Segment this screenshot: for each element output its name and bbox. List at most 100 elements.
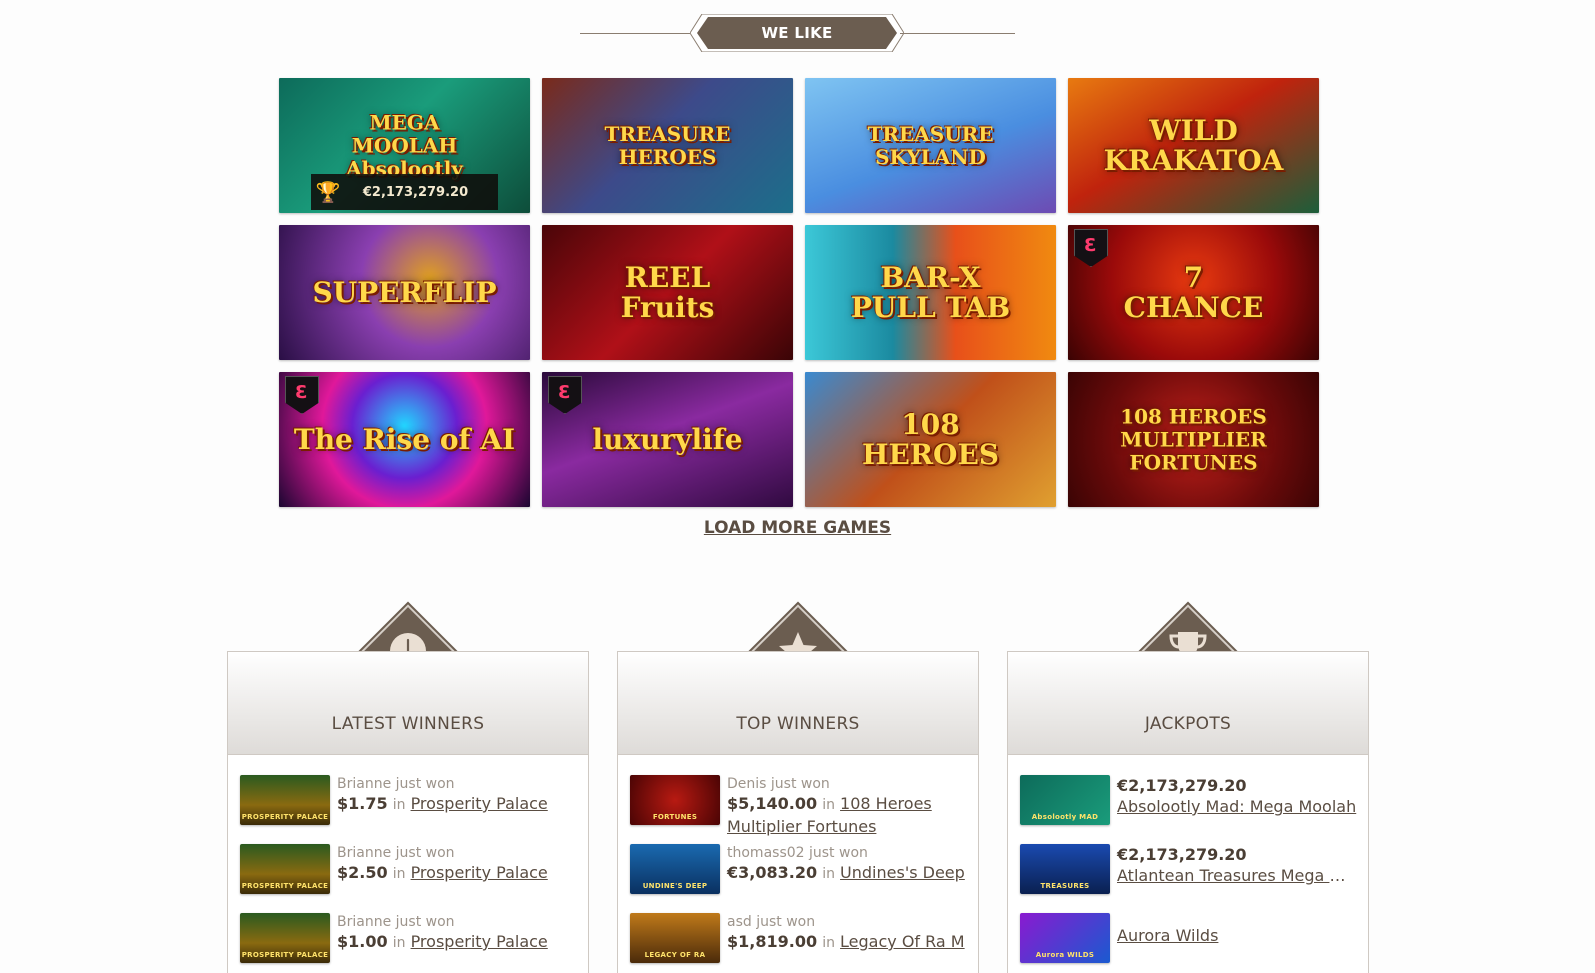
winner-row: PROSPERITY PALACE Brianne just won $1.75 i… — [240, 775, 576, 844]
win-amount: $1,819.00 — [727, 932, 818, 951]
winner-name: Brianne just won — [337, 845, 455, 861]
jackpots-list: Absolootly MAD €2,173,279.20 Absolootly Ma… — [1008, 755, 1368, 973]
thumbnail-label: UNDINE'S DEEP — [642, 882, 708, 890]
game-link[interactable]: Prosperity Palace — [411, 794, 548, 813]
in-label: in — [822, 935, 835, 951]
game-thumbnail[interactable]: UNDINE'S DEEP — [630, 844, 720, 894]
game-link[interactable]: Prosperity Palace — [411, 932, 548, 951]
game-link[interactable]: Atlantean Treasures Mega Moolah — [1117, 865, 1357, 886]
header-divider-left — [580, 33, 696, 34]
game-tile-title: SUPERFLIP — [312, 275, 497, 309]
trophy-icon: 🏆 — [315, 180, 341, 204]
winner-row: LEGACY OF RA asd just won $1,819.00 in Leg… — [630, 913, 966, 973]
game-tile[interactable]: 108 HEROES MULTIPLIER FORTUNES — [1068, 372, 1319, 507]
game-thumbnail[interactable]: LEGACY OF RA — [630, 913, 720, 963]
winner-row: PROSPERITY PALACE Brianne just won $1.00 i… — [240, 913, 576, 973]
game-thumbnail[interactable]: FORTUNES — [630, 775, 720, 825]
game-tile[interactable]: WILD KRAKATOA — [1068, 78, 1319, 213]
game-thumbnail[interactable]: PROSPERITY PALACE — [240, 913, 330, 963]
game-tile[interactable]: 7 CHANCE — [1068, 225, 1319, 360]
panel-header: JACKPOTS — [1008, 652, 1368, 755]
thumbnail-label: LEGACY OF RA — [644, 951, 706, 959]
section-title: WE LIKE — [761, 24, 833, 42]
in-label: in — [392, 935, 406, 951]
game-tile-title: TREASURE HEROES — [604, 121, 731, 169]
game-tile-title: REEL Fruits — [620, 260, 715, 324]
thumbnail-label: FORTUNES — [652, 813, 698, 821]
win-amount: $5,140.00 — [727, 794, 818, 813]
jackpot-amount: €2,173,279.20 — [1117, 845, 1247, 864]
winner-name: Brianne just won — [337, 776, 455, 792]
game-link[interactable]: Absolootly Mad: Mega Moolah — [1117, 796, 1357, 817]
load-more-games-link[interactable]: LOAD MORE GAMES — [704, 518, 891, 538]
thumbnail-label: PROSPERITY PALACE — [241, 813, 329, 821]
game-tile-title: 7 CHANCE — [1123, 260, 1264, 324]
game-tile[interactable]: SUPERFLIP — [279, 225, 530, 360]
winner-info: €2,173,279.20 Absolootly Mad: Mega Moolah — [1117, 775, 1357, 817]
game-tile[interactable]: 108 HEROES — [805, 372, 1056, 507]
in-label: in — [392, 797, 406, 813]
game-tile-title: luxurylife — [592, 422, 743, 456]
game-tile-title: 108 HEROES — [861, 407, 1000, 471]
winner-info: asd just won $1,819.00 in Legacy Of Ra M — [727, 913, 965, 954]
panel-header: LATEST WINNERS — [228, 652, 588, 755]
game-link[interactable]: Prosperity Palace — [411, 863, 548, 882]
game-thumbnail[interactable]: Absolootly MAD — [1020, 775, 1110, 825]
section-banner: WE LIKE — [690, 14, 904, 52]
win-amount: $1.00 — [337, 932, 388, 951]
load-more-wrap: LOAD MORE GAMES — [0, 518, 1595, 538]
game-thumbnail[interactable]: Aurora WILDS — [1020, 913, 1110, 963]
in-label: in — [822, 866, 835, 882]
in-label: in — [822, 797, 835, 813]
provider-badge-icon — [1074, 229, 1108, 267]
in-label: in — [392, 866, 406, 882]
winner-row: Aurora WILDS Aurora Wilds — [1020, 913, 1356, 973]
win-amount: €3,083.20 — [727, 863, 818, 882]
winner-info: Brianne just won $2.50 in Prosperity Pala… — [337, 844, 548, 885]
game-thumbnail[interactable]: PROSPERITY PALACE — [240, 775, 330, 825]
game-tile[interactable]: MEGA MOOLAH Absolootly 🏆 €2,173,279.20 — [279, 78, 530, 213]
game-tile[interactable]: TREASURE SKYLAND — [805, 78, 1056, 213]
game-thumbnail[interactable]: PROSPERITY PALACE — [240, 844, 330, 894]
jackpot-amount: €2,173,279.20 — [1117, 776, 1247, 795]
panel-title: LATEST WINNERS — [331, 714, 485, 734]
game-thumbnail[interactable]: TREASURES — [1020, 844, 1110, 894]
game-tile[interactable]: REEL Fruits — [542, 225, 793, 360]
thumbnail-label: Aurora WILDS — [1035, 951, 1095, 959]
game-link[interactable]: Legacy Of Ra M — [840, 932, 965, 951]
win-amount: $2.50 — [337, 863, 388, 882]
thumbnail-label: PROSPERITY PALACE — [241, 951, 329, 959]
winner-info: €2,173,279.20 Atlantean Treasures Mega Mo… — [1117, 844, 1357, 886]
game-grid: MEGA MOOLAH Absolootly 🏆 €2,173,279.20 TREA… — [279, 78, 1319, 507]
top-winners-list: FORTUNES Denis just won $5,140.00 in 108 H… — [618, 755, 978, 973]
jackpot-amount-pill: 🏆 €2,173,279.20 — [311, 174, 498, 210]
provider-badge-icon — [285, 376, 319, 414]
game-tile-title: WILD KRAKATOA — [1103, 113, 1284, 177]
winner-row: PROSPERITY PALACE Brianne just won $2.50 i… — [240, 844, 576, 913]
winner-row: TREASURES €2,173,279.20 Atlantean Treasure… — [1020, 844, 1357, 913]
latest-winners-list: PROSPERITY PALACE Brianne just won $1.75 i… — [228, 755, 588, 973]
thumbnail-label: Absolootly MAD — [1031, 813, 1099, 821]
section-header: WE LIKE — [0, 10, 1595, 56]
game-tile-title: BAR-X PULL TAB — [850, 260, 1011, 324]
game-tile[interactable]: TREASURE HEROES — [542, 78, 793, 213]
game-link[interactable]: Undines's Deep — [840, 863, 965, 882]
winner-info: Brianne just won $1.75 in Prosperity Pala… — [337, 775, 548, 816]
game-tile-title: 108 HEROES MULTIPLIER FORTUNES — [1120, 404, 1267, 474]
game-tile-title: The Rise of AI — [293, 422, 516, 456]
winner-row: Absolootly MAD €2,173,279.20 Absolootly Ma… — [1020, 775, 1356, 844]
game-link[interactable]: Aurora Wilds — [1117, 925, 1357, 946]
game-tile[interactable]: The Rise of AI — [279, 372, 530, 507]
jackpot-amount: €2,173,279.20 — [362, 184, 469, 200]
winner-row: FORTUNES Denis just won $5,140.00 in 108 H… — [630, 775, 966, 844]
win-amount: $1.75 — [337, 794, 388, 813]
winner-name: asd just won — [727, 914, 816, 930]
header-divider-right — [900, 33, 1015, 34]
game-tile-title: TREASURE SKYLAND — [867, 121, 994, 169]
game-tile[interactable]: BAR-X PULL TAB — [805, 225, 1056, 360]
winner-info: Aurora Wilds — [1117, 913, 1357, 946]
top-winners-panel: TOP WINNERS FORTUNES Denis just won $5,140… — [617, 651, 979, 973]
winner-info: thomass02 just won €3,083.20 in Undines's… — [727, 844, 965, 885]
game-tile[interactable]: luxurylife — [542, 372, 793, 507]
winner-name: Brianne just won — [337, 914, 455, 930]
